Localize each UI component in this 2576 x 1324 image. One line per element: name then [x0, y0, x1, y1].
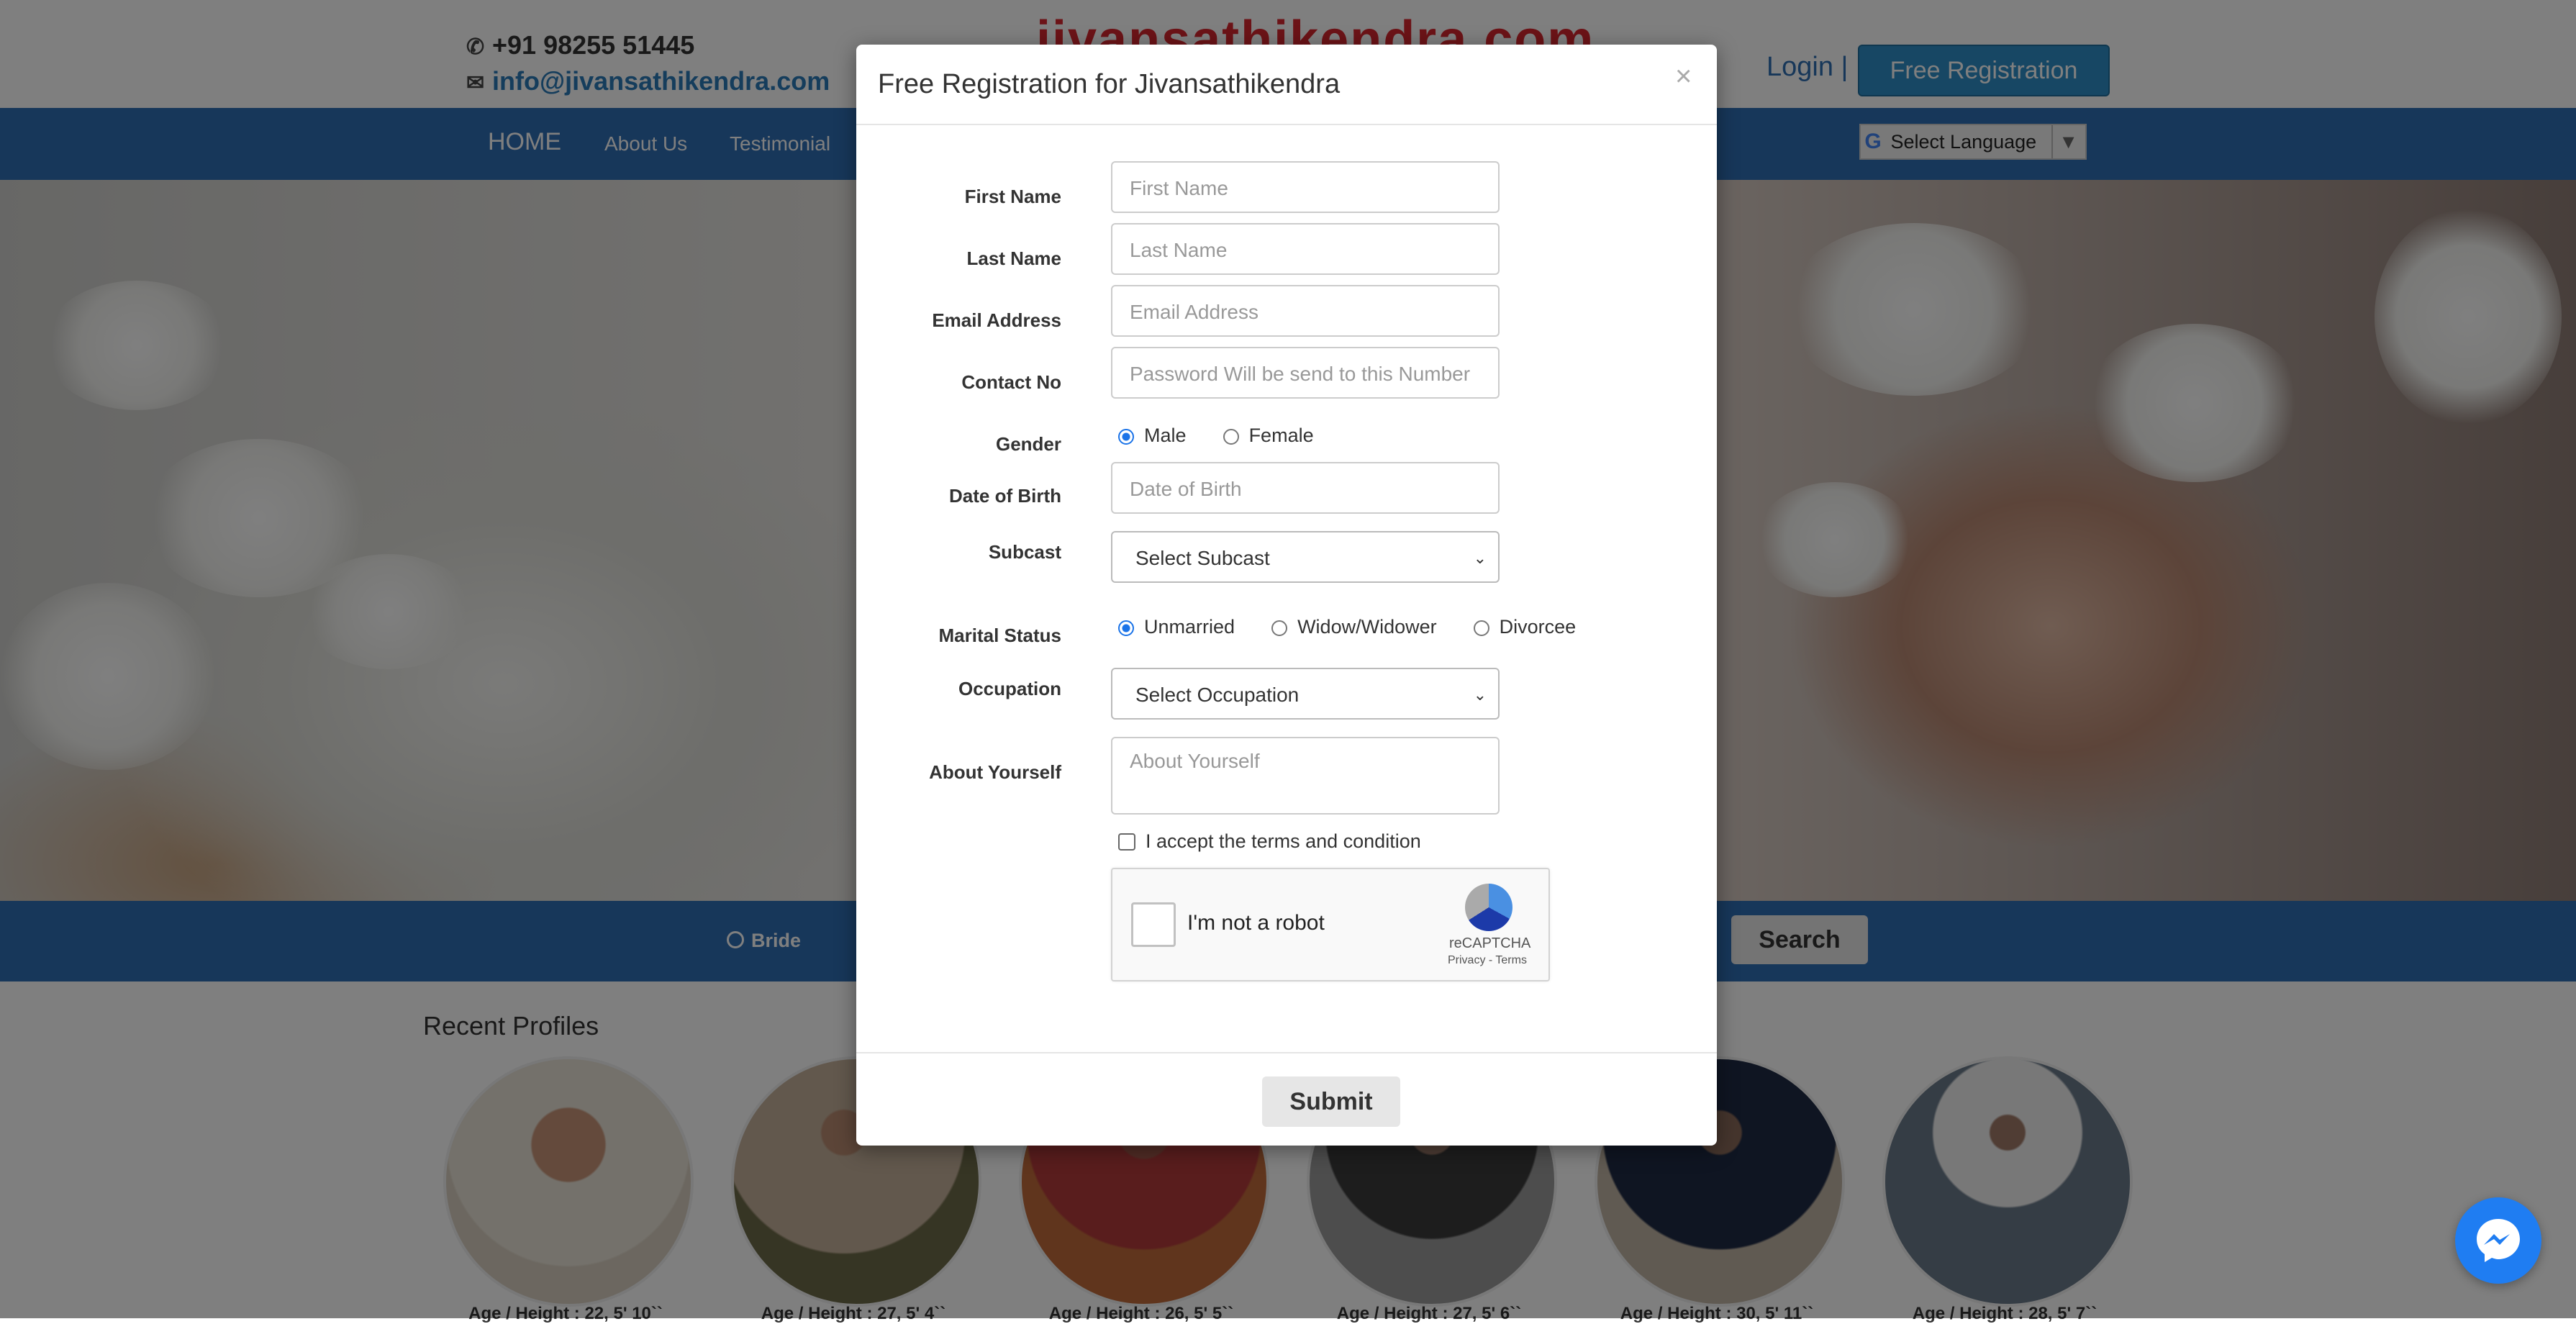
terms-checkbox[interactable]: I accept the terms and condition [1118, 830, 1421, 853]
messenger-icon [2477, 1219, 2520, 1262]
first-name-label: First Name [964, 186, 1061, 207]
gender-female-radio[interactable]: Female [1223, 425, 1314, 446]
marital-radio-group: Unmarried Widow/Widower Divorcee [1118, 616, 1576, 638]
last-name-label: Last Name [966, 248, 1062, 269]
marital-widow-radio[interactable]: Widow/Widower [1271, 616, 1437, 638]
radio-icon [1223, 429, 1239, 445]
recaptcha-widget: I'm not a robot reCAPTCHA Privacy - Term… [1111, 868, 1550, 981]
recaptcha-icon [1465, 884, 1513, 931]
subcast-select[interactable]: Select Subcast ⌄ [1111, 531, 1500, 583]
chevron-down-icon: ⌄ [1473, 549, 1487, 567]
messenger-chat-button[interactable] [2455, 1197, 2541, 1284]
dob-input[interactable]: Date of Birth [1111, 462, 1500, 514]
modal-title: Free Registration for Jivansathikendra [878, 69, 1341, 99]
registration-modal: Free Registration for Jivansathikendra ×… [856, 45, 1717, 1146]
marital-unmarried-radio[interactable]: Unmarried [1118, 616, 1235, 638]
radio-checked-icon [1118, 429, 1134, 445]
first-name-input[interactable]: First Name [1111, 161, 1500, 213]
captcha-brand: reCAPTCHA [1449, 935, 1531, 951]
divider [856, 124, 1717, 125]
email-label: Email Address [932, 309, 1061, 331]
occupation-label: Occupation [958, 678, 1061, 699]
radio-icon [1271, 620, 1288, 636]
captcha-links[interactable]: Privacy - Terms [1448, 954, 1527, 967]
occupation-select[interactable]: Select Occupation ⌄ [1111, 668, 1500, 720]
gender-male-radio[interactable]: Male [1118, 425, 1187, 446]
last-name-input[interactable]: Last Name [1111, 223, 1500, 275]
marital-status-label: Marital Status [938, 625, 1062, 646]
divider [856, 1052, 1717, 1053]
captcha-text: I'm not a robot [1187, 911, 1325, 935]
submit-button[interactable]: Submit [1262, 1076, 1400, 1127]
subcast-label: Subcast [988, 541, 1061, 563]
dob-label: Date of Birth [949, 485, 1061, 507]
gender-radio-group: Male Female [1118, 425, 1314, 447]
email-input[interactable]: Email Address [1111, 285, 1500, 337]
radio-checked-icon [1118, 620, 1134, 636]
radio-icon [1473, 620, 1489, 636]
captcha-checkbox[interactable] [1131, 902, 1176, 947]
marital-divorcee-radio[interactable]: Divorcee [1473, 616, 1576, 638]
contact-label: Contact No [961, 371, 1061, 393]
about-textarea[interactable]: About Yourself [1111, 737, 1500, 815]
contact-input[interactable]: Password Will be send to this Number [1111, 347, 1500, 399]
gender-label: Gender [995, 433, 1061, 455]
about-label: About Yourself [929, 761, 1061, 783]
close-icon[interactable]: × [1675, 60, 1692, 93]
checkbox-icon [1118, 833, 1135, 851]
chevron-down-icon: ⌄ [1473, 686, 1487, 704]
